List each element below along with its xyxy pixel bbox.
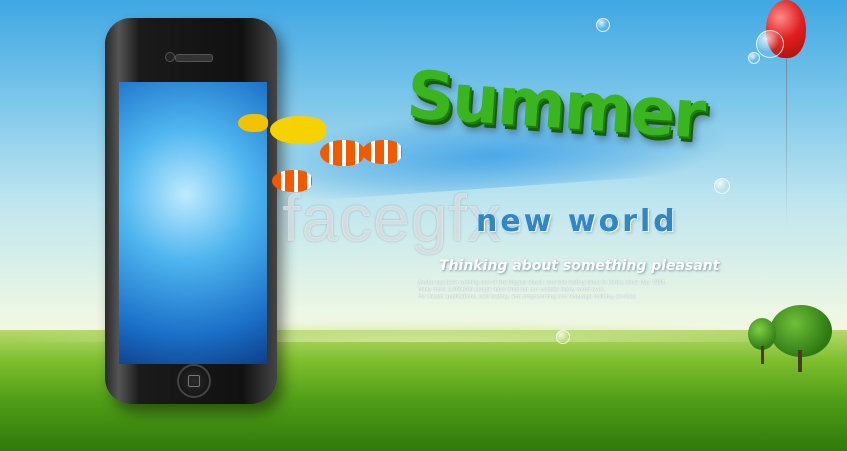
summer-poster: Summer facegfx new world Thinking about … bbox=[0, 0, 847, 451]
bubble bbox=[596, 18, 610, 32]
yellow-fish bbox=[270, 116, 326, 144]
tagline: Thinking about something pleasant bbox=[439, 258, 720, 274]
watermark-text: facegfx bbox=[282, 181, 502, 255]
tree-large-trunk bbox=[798, 350, 802, 372]
home-button bbox=[177, 364, 211, 398]
bubble bbox=[748, 52, 760, 64]
body-line: Anobe has been running one of the bigges… bbox=[418, 280, 667, 286]
smartphone bbox=[105, 18, 277, 404]
balloon-string bbox=[786, 58, 787, 228]
body-copy: Anobe has been running one of the bigges… bbox=[418, 280, 798, 301]
clownfish bbox=[362, 140, 402, 164]
headline: new world bbox=[476, 204, 678, 239]
bubble bbox=[714, 178, 730, 194]
front-camera bbox=[165, 52, 175, 62]
tree-small-trunk bbox=[761, 346, 764, 364]
body-line: For classic applications, web testing, a… bbox=[418, 294, 636, 300]
yellow-fish bbox=[238, 114, 268, 132]
body-line: Many more 3,000,000 people have tried ou… bbox=[418, 287, 605, 293]
clownfish bbox=[320, 140, 364, 166]
phone-speaker bbox=[175, 54, 213, 62]
bubble bbox=[556, 330, 570, 344]
bubble bbox=[756, 30, 784, 58]
